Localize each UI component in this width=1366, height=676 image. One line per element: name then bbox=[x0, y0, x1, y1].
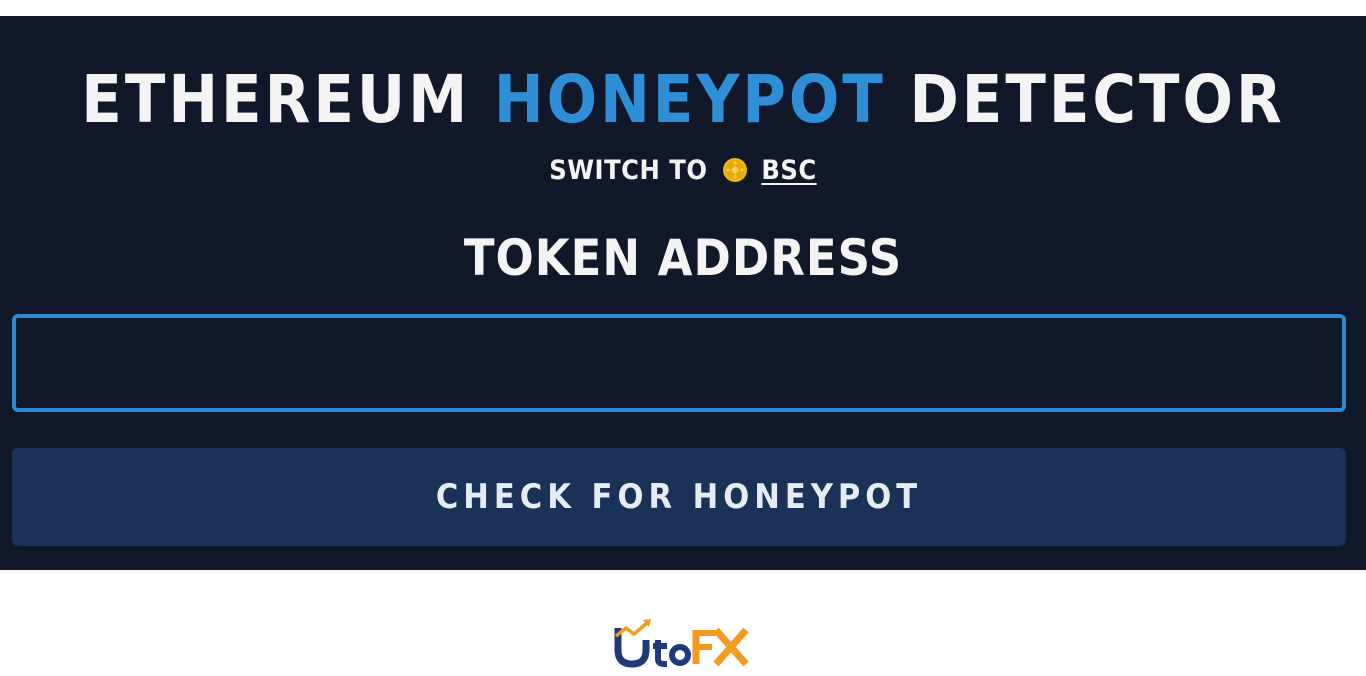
token-address-input[interactable] bbox=[12, 314, 1346, 412]
token-address-label: TOKEN ADDRESS bbox=[463, 229, 903, 287]
utofx-logo bbox=[614, 619, 749, 668]
title-part-2: DETECTOR bbox=[885, 61, 1285, 138]
bnb-coin-icon bbox=[723, 158, 748, 182]
title-accent: HONEYPOT bbox=[493, 61, 886, 138]
page-title: ETHEREUM HONEYPOT DETECTOR bbox=[0, 60, 1366, 140]
title-part-1: ETHEREUM bbox=[81, 61, 494, 138]
network-switch: SWITCH TO BSC bbox=[0, 154, 1366, 188]
switch-prefix: SWITCH TO bbox=[549, 155, 708, 186]
switch-to-bsc-link[interactable]: BSC bbox=[761, 155, 816, 186]
check-honeypot-button[interactable]: CHECK FOR HONEYPOT bbox=[12, 448, 1346, 546]
